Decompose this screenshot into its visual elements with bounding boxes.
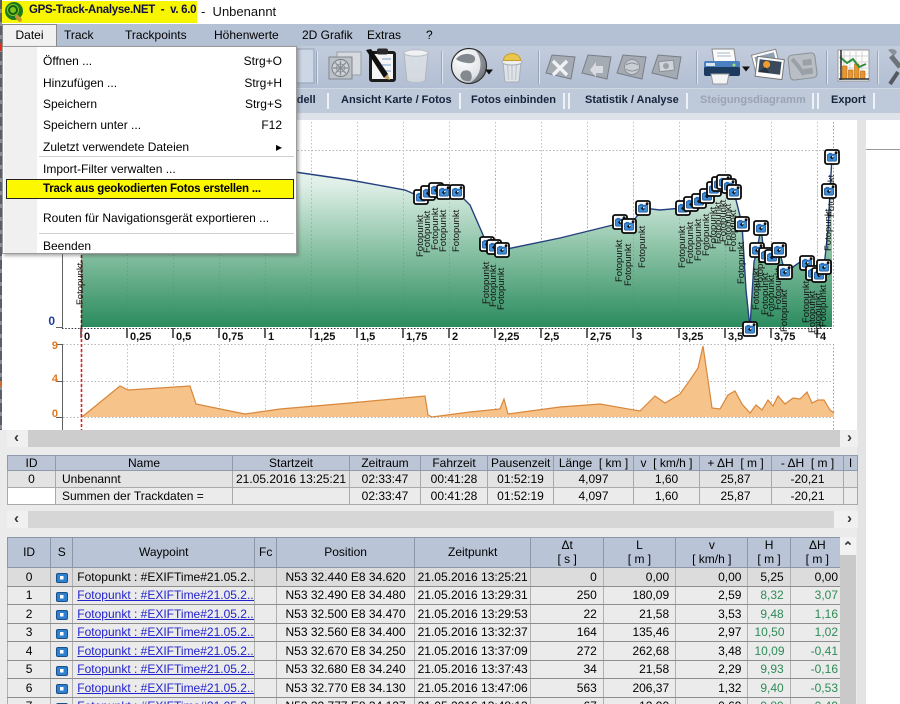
svg-text:Fotopunkt: Fotopunkt <box>818 284 829 327</box>
svg-text:9: 9 <box>52 340 58 352</box>
svg-text:Fotopunkt: Fotopunkt <box>438 209 449 252</box>
svg-text:3: 3 <box>636 331 642 343</box>
svg-text:0,5: 0,5 <box>176 331 191 343</box>
svg-text:3,5: 3,5 <box>728 331 743 343</box>
svg-text:1: 1 <box>268 331 274 343</box>
svg-text:2,75: 2,75 <box>590 331 611 343</box>
svg-text:2,25: 2,25 <box>498 331 519 343</box>
svg-text:3,25: 3,25 <box>682 331 703 343</box>
svg-text:1,5: 1,5 <box>360 331 375 343</box>
svg-text:Fotopunkt: Fotopunkt <box>736 241 747 284</box>
svg-text:Fotopunkt: Fotopunkt <box>623 243 634 286</box>
svg-text:0: 0 <box>48 314 55 328</box>
svg-text:Fotopunkt: Fotopunkt <box>451 209 462 252</box>
svg-text:1,25: 1,25 <box>314 331 335 343</box>
svg-text:Fotopunkt: Fotopunkt <box>75 262 86 305</box>
svg-text:Fotopunkt: Fotopunkt <box>496 267 507 310</box>
svg-text:4: 4 <box>52 373 59 385</box>
svg-text:Fotopunkt: Fotopunkt <box>779 289 790 332</box>
svg-text:0,25: 0,25 <box>130 331 151 343</box>
svg-text:2,5: 2,5 <box>544 331 559 343</box>
svg-text:Fotopunkt: Fotopunkt <box>637 225 648 268</box>
svg-text:0: 0 <box>84 331 90 343</box>
svg-text:0,75: 0,75 <box>222 331 243 343</box>
svg-text:0: 0 <box>52 408 58 420</box>
svg-text:2: 2 <box>452 331 458 343</box>
svg-text:1,75: 1,75 <box>406 331 427 343</box>
